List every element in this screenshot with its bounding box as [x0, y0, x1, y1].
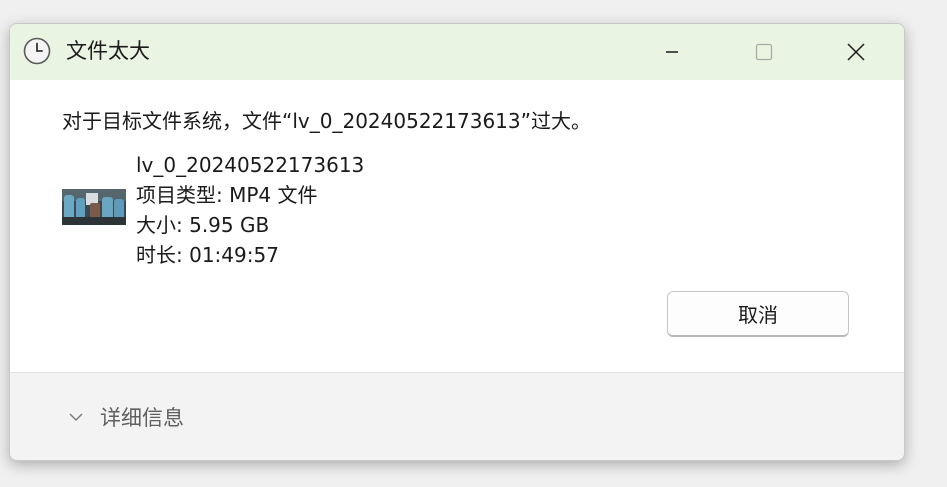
more-details-toggle[interactable]: 详细信息: [68, 401, 184, 433]
dialog-content: 对于目标文件系统，文件“lv_0_20240522173613”过大。 lv_0…: [10, 80, 904, 372]
file-too-large-dialog: 文件太大 对于目标文件系统，文件“lv_0_20240522173613”过大。: [9, 23, 905, 461]
file-name: lv_0_20240522173613: [136, 153, 365, 177]
file-size: 大小: 5.95 GB: [136, 213, 270, 237]
close-button[interactable]: [810, 24, 902, 80]
title-bar[interactable]: 文件太大: [10, 24, 904, 80]
minimize-icon: [666, 51, 678, 53]
minimize-button[interactable]: [626, 24, 718, 80]
close-icon: [847, 43, 865, 61]
file-details: lv_0_20240522173613 项目类型: MP4 文件 大小: 5.9…: [136, 150, 364, 270]
chevron-down-icon: [69, 413, 83, 421]
window-title: 文件太大: [66, 39, 150, 63]
file-type: 项目类型: MP4 文件: [136, 183, 318, 207]
maximize-icon: [755, 43, 773, 61]
maximize-button[interactable]: [718, 24, 810, 80]
cancel-button[interactable]: 取消: [667, 291, 849, 337]
video-thumbnail: [62, 189, 126, 225]
error-message: 对于目标文件系统，文件“lv_0_20240522173613”过大。: [62, 109, 591, 133]
file-duration: 时长: 01:49:57: [136, 243, 279, 267]
dialog-footer: 详细信息: [10, 372, 904, 460]
clock-icon: [23, 37, 51, 65]
more-details-label: 详细信息: [100, 406, 184, 430]
